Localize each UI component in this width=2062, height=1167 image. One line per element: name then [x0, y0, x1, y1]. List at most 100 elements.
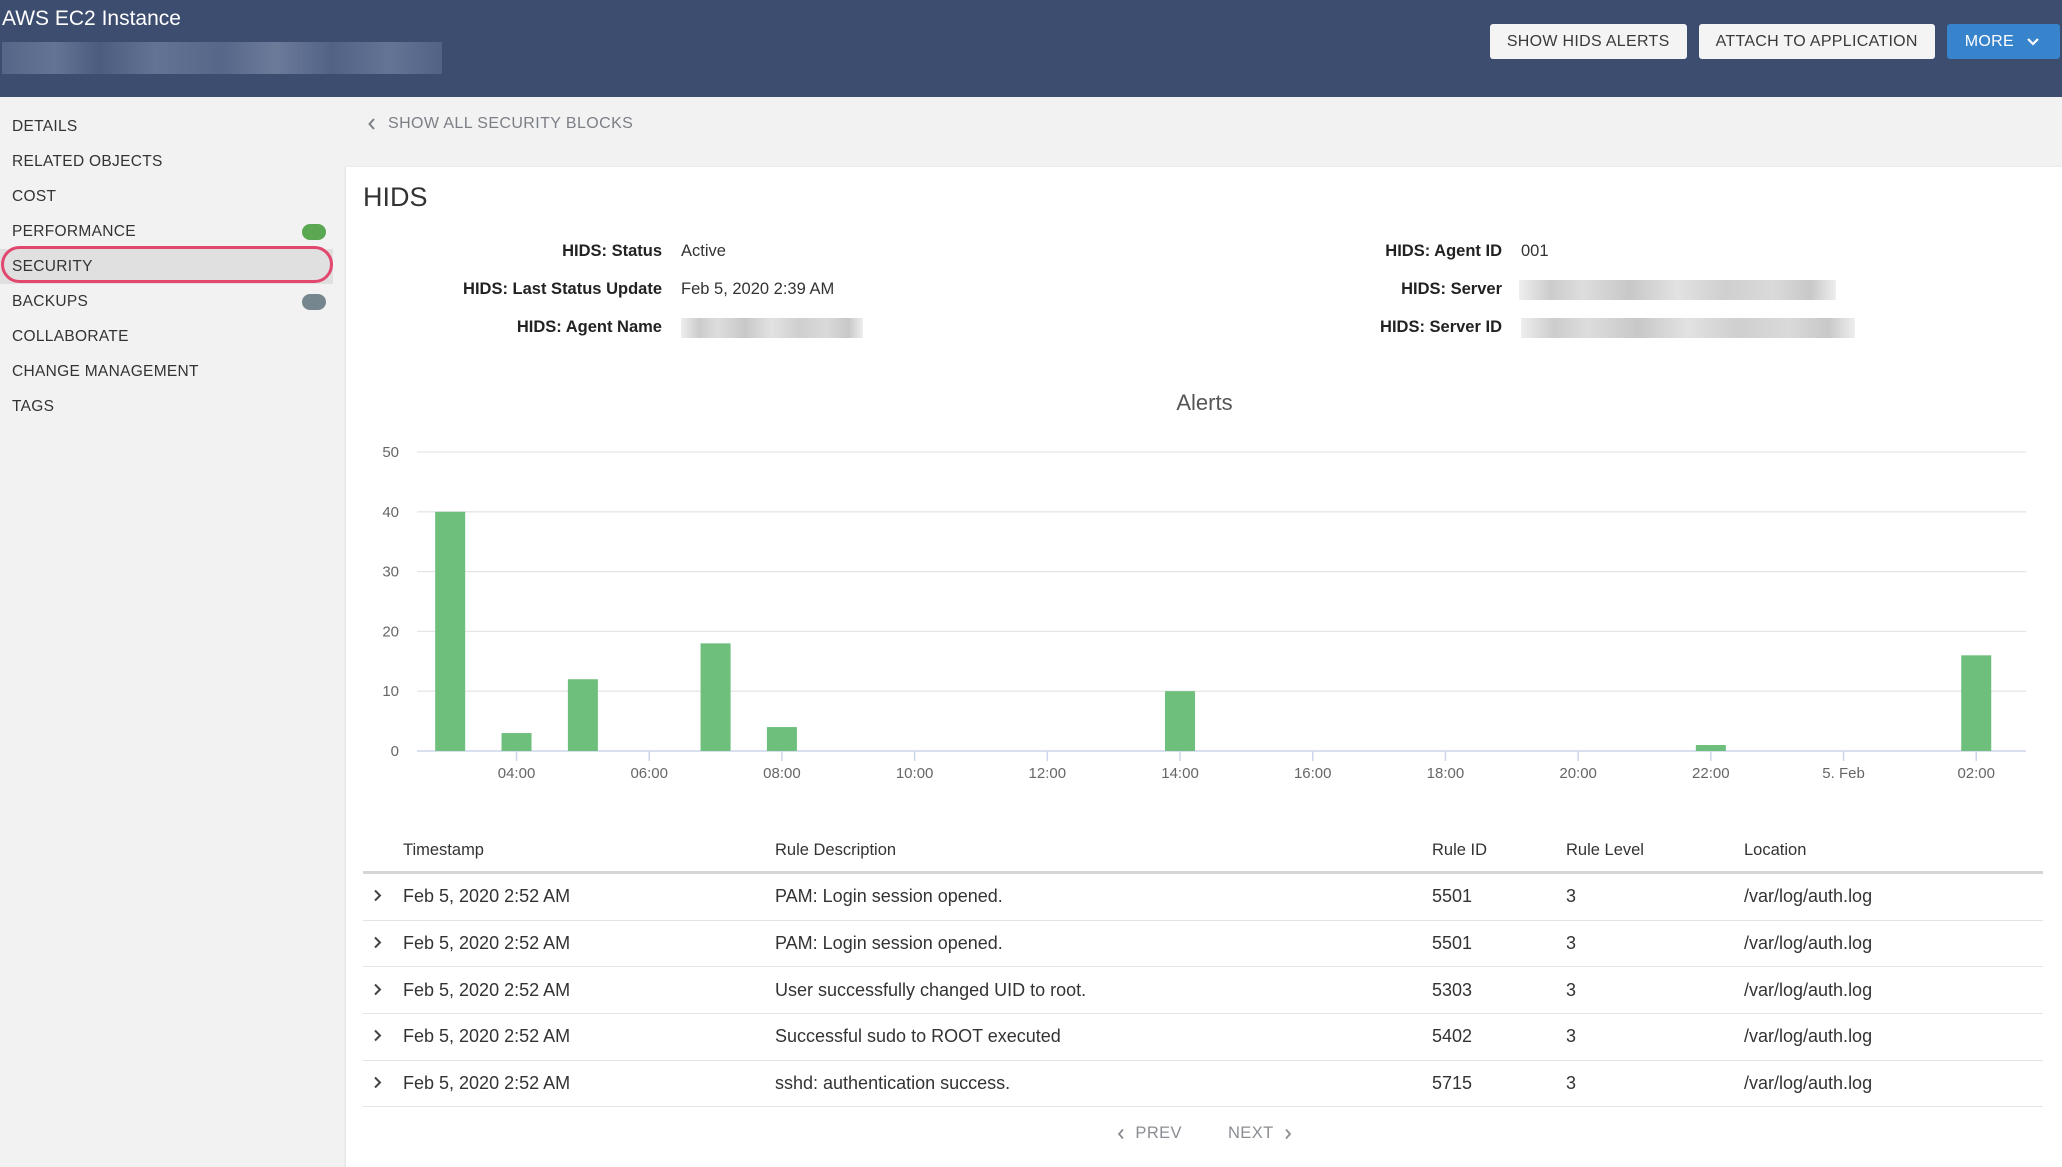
cell-rule-description: User successfully changed UID to root. [775, 979, 1087, 1000]
chevron-right-icon [1284, 1128, 1291, 1139]
table-row[interactable]: Feb 5, 2020 2:52 AM Successful sudo to RO… [363, 1014, 2043, 1061]
sidebar-item-label: RELATED OBJECTS [12, 152, 163, 170]
alert-bar [766, 727, 797, 751]
sidebar-item-collaborate[interactable]: COLLABORATE [0, 319, 333, 354]
cell-rule-description: PAM: Login session opened. [775, 886, 1003, 907]
cell-rule-description: PAM: Login session opened. [775, 933, 1003, 954]
cell-location: /var/log/auth.log [1744, 1073, 1873, 1094]
field-label: HIDS: Server ID [1380, 318, 1502, 336]
alert-bar [700, 643, 731, 751]
sidebar-item-cost[interactable]: COST [0, 179, 333, 214]
cell-location: /var/log/auth.log [1744, 979, 1873, 1000]
pagination: PREV NEXT [346, 1124, 2062, 1143]
hids-agent-id-field: HIDS: Agent ID 001 [346, 242, 1549, 261]
sidebar-item-change-management[interactable]: CHANGE MANAGEMENT [0, 354, 333, 389]
cell-rule-description: sshd: authentication success. [775, 1073, 1011, 1094]
field-label: HIDS: Agent ID [1385, 242, 1502, 260]
alert-bar [1165, 691, 1196, 751]
table-body: Feb 5, 2020 2:52 AM PAM: Login session op… [363, 874, 2043, 1108]
expand-row-chevron-icon[interactable] [363, 1026, 403, 1047]
x-tick-label: 08:00 [763, 765, 801, 782]
x-tick-label: 5. Feb [1822, 765, 1865, 782]
page-header: AWS EC2 Instance SHOW HIDS ALERTS ATTACH… [0, 0, 2062, 97]
cell-rule-id: 5402 [1432, 1026, 1473, 1047]
cell-rule-id: 5715 [1432, 1073, 1473, 1094]
prev-page-button[interactable]: PREV [1117, 1124, 1182, 1143]
alert-bar [501, 733, 532, 751]
x-tick-label: 04:00 [498, 765, 536, 782]
sidebar-item-related-objects[interactable]: RELATED OBJECTS [0, 144, 333, 179]
alert-bar [567, 679, 598, 751]
column-header-timestamp[interactable]: Timestamp [403, 841, 775, 860]
x-tick-label: 16:00 [1294, 765, 1332, 782]
sidebar-item-label: COST [12, 187, 57, 205]
column-header-rule-level[interactable]: Rule Level [1566, 841, 1744, 860]
field-label: HIDS: Server [1401, 280, 1502, 298]
y-tick-label: 0 [391, 743, 399, 760]
column-header-rule-description[interactable]: Rule Description [775, 841, 1432, 860]
next-label: NEXT [1227, 1124, 1274, 1142]
column-header-location[interactable]: Location [1744, 841, 2043, 860]
header-actions: SHOW HIDS ALERTS ATTACH TO APPLICATION M… [1489, 24, 2060, 59]
cell-rule-description: Successful sudo to ROOT executed [775, 1026, 1061, 1047]
sidebar-item-tags[interactable]: TAGS [0, 389, 333, 424]
hids-server-field: HIDS: Server [346, 280, 1836, 300]
expand-row-chevron-icon[interactable] [363, 933, 403, 954]
cell-timestamp: Feb 5, 2020 2:52 AM [403, 1026, 571, 1047]
more-dropdown-button[interactable]: MORE [1946, 24, 2060, 59]
cell-rule-id: 5501 [1432, 886, 1473, 907]
alert-bar [435, 511, 466, 751]
hids-card: HIDS HIDS: Status Active HIDS: Last Stat… [345, 167, 2062, 1167]
cell-rule-id: 5501 [1432, 933, 1473, 954]
table-row[interactable]: Feb 5, 2020 2:52 AM User successfully cha… [363, 967, 2043, 1015]
sidebar-item-security[interactable]: SECURITY [0, 249, 333, 284]
backups-status-indicator [302, 293, 326, 310]
cell-rule-level: 3 [1566, 1026, 1577, 1047]
sidebar-item-label: TAGS [12, 397, 55, 415]
next-page-button[interactable]: NEXT [1228, 1124, 1292, 1143]
field-value: 001 [1521, 242, 1549, 260]
chevron-left-icon [1118, 1128, 1125, 1139]
cell-rule-level: 3 [1566, 933, 1577, 954]
attach-to-application-button[interactable]: ATTACH TO APPLICATION [1698, 24, 1935, 59]
x-tick-label: 06:00 [630, 765, 668, 782]
cell-rule-level: 3 [1566, 886, 1577, 907]
x-tick-label: 18:00 [1427, 765, 1465, 782]
cell-timestamp: Feb 5, 2020 2:52 AM [403, 886, 571, 907]
y-tick-label: 40 [382, 504, 399, 521]
page-title: AWS EC2 Instance [2, 7, 181, 30]
table-header: Timestamp Rule Description Rule ID Rule … [363, 829, 2043, 874]
expand-row-chevron-icon[interactable] [363, 886, 403, 907]
cell-timestamp: Feb 5, 2020 2:52 AM [403, 933, 571, 954]
hids-server-id-field: HIDS: Server ID [346, 318, 1855, 338]
sidebar-item-details[interactable]: DETAILS [0, 109, 333, 144]
cell-location: /var/log/auth.log [1744, 933, 1873, 954]
performance-status-indicator [302, 223, 326, 240]
table-row[interactable]: Feb 5, 2020 2:52 AM sshd: authentication … [363, 1061, 2043, 1108]
sidebar-nav: DETAILS RELATED OBJECTS COST PERFORMANCE… [0, 97, 340, 1164]
y-tick-label: 20 [382, 623, 399, 640]
y-tick-label: 10 [382, 683, 399, 700]
sidebar-item-label: DETAILS [12, 117, 78, 135]
expand-row-chevron-icon[interactable] [363, 980, 403, 1001]
sidebar-item-label: BACKUPS [12, 292, 89, 310]
sidebar-item-label: CHANGE MANAGEMENT [12, 362, 199, 380]
cell-rule-level: 3 [1566, 1073, 1577, 1094]
show-all-security-blocks-link[interactable]: SHOW ALL SECURITY BLOCKS [368, 115, 633, 133]
cell-timestamp: Feb 5, 2020 2:52 AM [403, 1073, 571, 1094]
x-tick-label: 14:00 [1161, 765, 1199, 782]
x-tick-label: 10:00 [896, 765, 934, 782]
sidebar-item-performance[interactable]: PERFORMANCE [0, 214, 333, 249]
table-row[interactable]: Feb 5, 2020 2:52 AM PAM: Login session op… [363, 874, 2043, 921]
expand-row-chevron-icon[interactable] [363, 1073, 403, 1094]
table-row[interactable]: Feb 5, 2020 2:52 AM PAM: Login session op… [363, 921, 2043, 968]
cell-timestamp: Feb 5, 2020 2:52 AM [403, 979, 571, 1000]
back-link-label: SHOW ALL SECURITY BLOCKS [388, 115, 634, 132]
instance-name-redacted [2, 42, 442, 74]
column-header-rule-id[interactable]: Rule ID [1432, 841, 1566, 860]
y-tick-label: 30 [382, 564, 399, 581]
sidebar-item-backups[interactable]: BACKUPS [0, 284, 333, 319]
hids-title: HIDS [363, 182, 428, 212]
show-hids-alerts-button[interactable]: SHOW HIDS ALERTS [1489, 24, 1687, 59]
x-tick-label: 20:00 [1559, 765, 1597, 782]
